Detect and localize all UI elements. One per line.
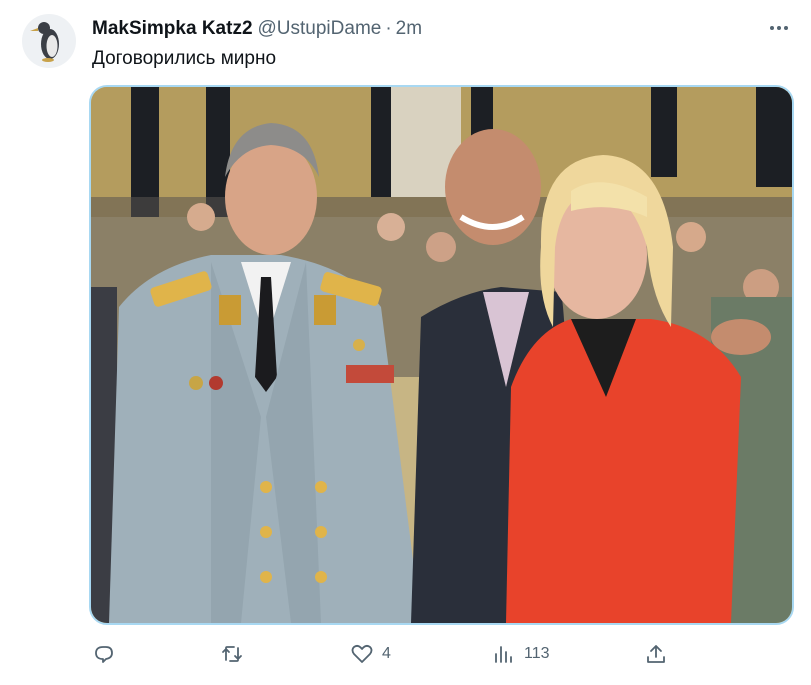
retweet-icon — [222, 646, 242, 662]
separator-dot: · — [385, 18, 392, 39]
like-button[interactable]: 4 — [350, 636, 391, 672]
views-icon — [495, 646, 512, 663]
penguin-icon — [30, 22, 59, 62]
tweet-actions: 4 113 — [0, 636, 811, 672]
tweet-card[interactable]: MakSimpka Katz2 @UstupiDame · 2m Договорили… — [0, 0, 811, 685]
views-count: 113 — [524, 645, 550, 662]
retweet-button[interactable] — [220, 636, 244, 672]
dot-icon — [777, 26, 781, 30]
tweet-text: Договорились мирно — [92, 48, 277, 69]
user-handle[interactable]: @UstupiDame — [258, 18, 382, 39]
views-button[interactable]: 113 — [492, 636, 550, 672]
more-options-button[interactable] — [767, 16, 791, 40]
photo-illustration — [91, 87, 792, 623]
reply-button[interactable] — [92, 636, 116, 672]
display-name[interactable]: MakSimpka Katz2 — [92, 18, 253, 39]
like-count: 4 — [382, 645, 391, 662]
tweet-photo[interactable] — [89, 85, 794, 625]
share-icon — [647, 645, 665, 663]
tweet-header: MakSimpka Katz2 @UstupiDame · 2m — [92, 17, 751, 41]
share-button[interactable] — [644, 636, 668, 672]
avatar[interactable] — [22, 14, 76, 68]
timestamp[interactable]: 2m — [396, 18, 422, 39]
dot-icon — [770, 26, 774, 30]
reply-icon — [95, 646, 113, 663]
dot-icon — [784, 26, 788, 30]
heart-icon — [351, 644, 373, 663]
